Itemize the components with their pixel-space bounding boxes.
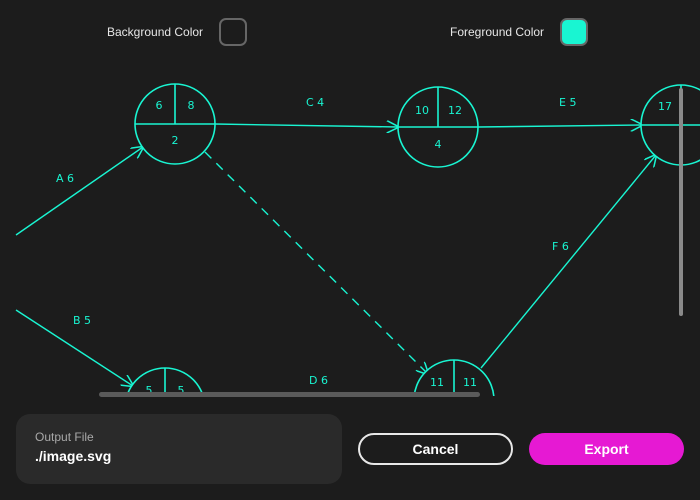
node-5-early-start: 11: [430, 376, 444, 389]
output-file-caption: Output File: [35, 430, 94, 444]
foreground-color-label: Foreground Color: [450, 25, 545, 39]
node-1-early-start: 6: [156, 99, 163, 112]
node-1[interactable]: 6 8 2: [134, 83, 216, 165]
cancel-button[interactable]: Cancel: [358, 433, 513, 465]
node-3[interactable]: 17: [640, 84, 700, 166]
diagram-preview[interactable]: A 6 B 5 C 4 D 6 E 5 F 6 6 8 2 10 12 4 17…: [0, 60, 700, 396]
node-1-slack: 2: [172, 134, 179, 147]
network-diagram: A 6 B 5 C 4 D 6 E 5 F 6 6 8 2 10 12 4 17…: [15, 83, 700, 396]
edge-label-e: E 5: [559, 96, 576, 109]
node-2-slack: 4: [435, 138, 442, 151]
edge-label-b: B 5: [73, 314, 91, 327]
node-2[interactable]: 10 12 4: [397, 86, 479, 168]
edge-label-a: A 6: [56, 172, 74, 185]
output-file-path[interactable]: ./image.svg: [35, 448, 323, 464]
node-3-early-start: 17: [658, 100, 672, 113]
node-5[interactable]: 11 11: [413, 359, 495, 396]
node-5-late-start: 11: [463, 376, 477, 389]
background-color-setting: Background Color: [107, 16, 248, 48]
edge-f: [480, 155, 656, 369]
edge-a: [15, 147, 143, 236]
node-2-early-start: 10: [415, 104, 429, 117]
edge-e: [477, 125, 642, 127]
background-color-label: Background Color: [107, 25, 204, 39]
export-button[interactable]: Export: [529, 433, 684, 465]
edge-label-c: C 4: [306, 96, 324, 109]
horizontal-scrollbar[interactable]: [99, 392, 480, 397]
node-2-late-start: 12: [448, 104, 462, 117]
edge-label-f: F 6: [552, 240, 569, 253]
output-file-panel: Output File ./image.svg: [16, 414, 342, 484]
foreground-color-swatch[interactable]: [560, 18, 589, 46]
edge-dummy-dashed: [204, 151, 428, 374]
edge-label-d: D 6: [309, 374, 328, 387]
vertical-scrollbar[interactable]: [679, 88, 683, 316]
edge-c: [214, 124, 398, 127]
foreground-color-setting: Foreground Color: [450, 16, 589, 48]
node-1-late-start: 8: [188, 99, 195, 112]
background-color-swatch[interactable]: [219, 18, 248, 46]
